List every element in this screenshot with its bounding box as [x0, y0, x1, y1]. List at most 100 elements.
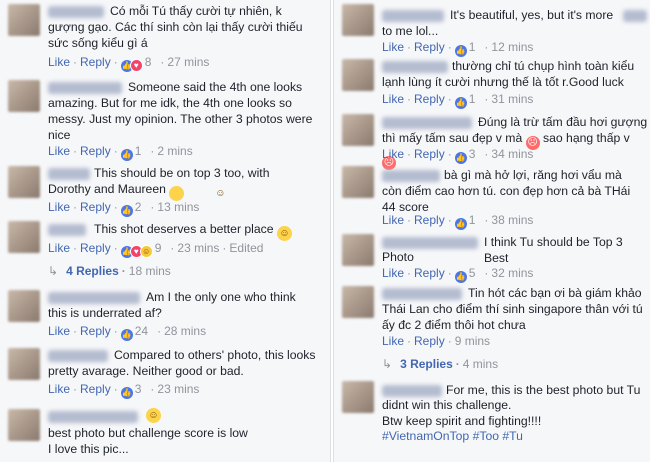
like-button[interactable]: Like	[48, 144, 70, 158]
like-button[interactable]: Like	[48, 324, 70, 338]
comment-text: I love this pic...	[48, 442, 129, 456]
avatar[interactable]	[342, 234, 374, 266]
separator: ·	[407, 266, 412, 280]
comment-time[interactable]: 27 mins	[167, 55, 209, 69]
separator: ·	[484, 266, 489, 280]
like-button[interactable]: Like	[382, 147, 404, 161]
comment-text: thường chỉ tú chụp hình toàn kiểu lạnh l…	[382, 59, 635, 89]
comment-time[interactable]: 2 mins	[157, 144, 192, 158]
hashtag-link[interactable]: #Too	[473, 429, 499, 443]
commenter-name[interactable]	[48, 224, 86, 236]
reply-button[interactable]: Reply	[414, 266, 445, 280]
comment-text: Am I the only one who think this is unde…	[48, 290, 296, 320]
view-replies-link[interactable]: ↳ 4 Replies · 18 mins	[48, 264, 171, 278]
mentioned-name[interactable]	[623, 10, 647, 22]
like-button[interactable]: Like	[48, 200, 70, 214]
avatar[interactable]	[342, 4, 374, 36]
like-button[interactable]: Like	[48, 55, 70, 69]
reaction-count[interactable]: 8	[145, 55, 152, 69]
separator: ·	[222, 241, 227, 255]
like-button[interactable]: Like	[382, 266, 404, 280]
reply-button[interactable]: Reply	[414, 213, 445, 227]
avatar[interactable]	[8, 221, 40, 253]
hashtag-link[interactable]: #VietnamOnTop	[382, 429, 469, 443]
reply-button[interactable]: Reply	[80, 200, 111, 214]
reaction-count[interactable]: 1	[469, 213, 476, 227]
comment-text: For me, this is the best photo but Tu	[446, 383, 641, 397]
comment-time[interactable]: 28 mins	[164, 324, 206, 338]
reply-button[interactable]: Reply	[80, 144, 111, 158]
view-replies-link[interactable]: ↳ 3 Replies · 4 mins	[382, 357, 498, 371]
commenter-name[interactable]	[48, 411, 138, 423]
like-button[interactable]: Like	[382, 334, 404, 348]
comment-text: Photo	[382, 250, 414, 264]
comment-time[interactable]: 32 mins	[491, 266, 533, 280]
like-reaction-icon: 👍	[454, 218, 467, 230]
like-button[interactable]: Like	[382, 92, 404, 106]
comment-actions: Like · Reply · 👍 1 · 2 mins	[48, 144, 193, 161]
comment-actions: Like · Reply · 9 mins	[382, 334, 490, 348]
comment-time[interactable]: 23 mins	[177, 241, 219, 255]
reaction-count[interactable]: 2	[135, 200, 142, 214]
separator: ·	[447, 266, 452, 280]
commenter-name[interactable]	[382, 237, 478, 249]
avatar[interactable]	[8, 290, 40, 322]
separator: ·	[407, 334, 412, 348]
reaction-count[interactable]: 1	[469, 92, 476, 106]
reaction-count[interactable]: 24	[135, 324, 148, 338]
comment-text: Compared to others' photo, this looks pr…	[48, 348, 316, 378]
commenter-name[interactable]	[382, 288, 462, 300]
reply-button[interactable]: Reply	[414, 334, 445, 348]
separator: ·	[455, 357, 460, 371]
edited-label[interactable]: Edited	[229, 241, 263, 255]
comment-time[interactable]: 13 mins	[157, 200, 199, 214]
separator: ·	[73, 382, 78, 396]
commenter-name[interactable]	[382, 117, 472, 129]
commenter-name[interactable]	[382, 385, 442, 397]
like-button[interactable]: Like	[382, 40, 404, 54]
like-button[interactable]: Like	[382, 213, 404, 227]
reply-button[interactable]: Reply	[80, 382, 111, 396]
comment-time[interactable]: 12 mins	[491, 40, 533, 54]
reaction-count[interactable]: 1	[469, 40, 476, 54]
comment-time[interactable]: 31 mins	[491, 92, 533, 106]
comment-text-content: This should be on top 3 too, with Doroth…	[48, 166, 270, 196]
reply-button[interactable]: Reply	[80, 324, 111, 338]
reaction-count[interactable]: 3	[469, 147, 476, 161]
hashtag-link[interactable]: #Tu	[502, 429, 523, 443]
reaction-count[interactable]: 5	[469, 266, 476, 280]
like-button[interactable]: Like	[48, 382, 70, 396]
avatar[interactable]	[342, 381, 374, 413]
comment-text: This shot deserves a better place ☺	[94, 221, 324, 241]
avatar[interactable]	[342, 286, 374, 318]
replies-count-label[interactable]: 4 Replies	[66, 264, 119, 278]
avatar[interactable]	[8, 4, 40, 36]
comment-time[interactable]: 23 mins	[157, 382, 199, 396]
like-reaction-icon: 👍	[120, 205, 133, 217]
avatar[interactable]	[342, 59, 374, 91]
reply-button[interactable]: Reply	[80, 55, 111, 69]
reply-button[interactable]: Reply	[414, 147, 445, 161]
reaction-count[interactable]: 3	[135, 382, 142, 396]
comment-time[interactable]: 9 mins	[455, 334, 490, 348]
reply-button[interactable]: Reply	[80, 241, 111, 255]
replies-count-label[interactable]: 3 Replies	[400, 357, 453, 371]
comment-text: best photo but challenge score is low	[48, 426, 248, 440]
separator: ·	[447, 334, 452, 348]
avatar[interactable]	[342, 166, 374, 198]
comment-time[interactable]: 38 mins	[491, 213, 533, 227]
comment-time[interactable]: 34 mins	[491, 147, 533, 161]
avatar[interactable]	[8, 166, 40, 198]
reply-arrow-icon: ↳	[48, 264, 59, 278]
avatar[interactable]	[8, 80, 40, 112]
reaction-count[interactable]: 1	[135, 144, 142, 158]
reply-button[interactable]: Reply	[414, 92, 445, 106]
reaction-count[interactable]: 9	[155, 241, 162, 255]
like-button[interactable]: Like	[48, 241, 70, 255]
reply-button[interactable]: Reply	[414, 40, 445, 54]
avatar[interactable]	[8, 348, 40, 380]
commenter-name[interactable]	[382, 10, 444, 22]
avatar[interactable]	[342, 114, 374, 146]
comment-actions: Like · Reply · 👍 ♥ 8 · 27 mins	[48, 55, 209, 72]
avatar[interactable]	[8, 409, 40, 441]
